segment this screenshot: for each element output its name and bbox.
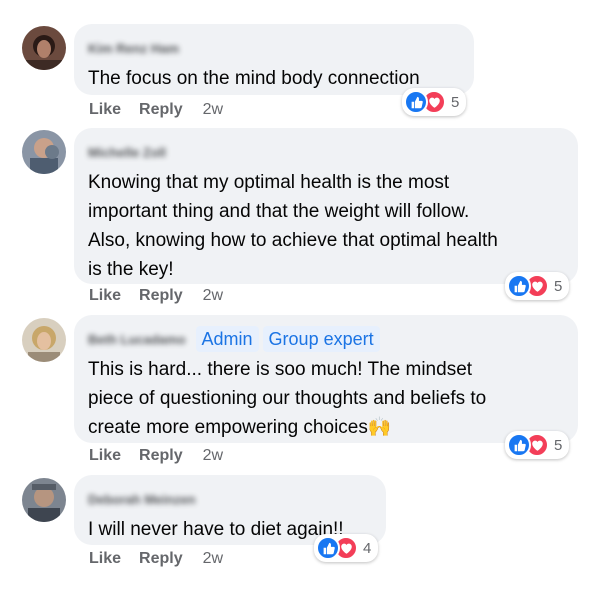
- reply-link[interactable]: Reply: [139, 550, 183, 568]
- like-link[interactable]: Like: [89, 550, 121, 568]
- reaction-summary[interactable]: 5: [505, 431, 570, 459]
- comment-actions: Like Reply 2w: [89, 287, 223, 305]
- avatar[interactable]: [22, 318, 66, 362]
- comment-bubble: Beth Lucadamo Admin Group expert This is…: [74, 315, 578, 443]
- reaction-count: 4: [363, 539, 372, 557]
- thumbs-up-icon: [507, 274, 531, 298]
- comment-bubble: Kim Renz Ham The focus on the mind body …: [74, 24, 474, 95]
- reaction-summary[interactable]: 4: [314, 534, 379, 562]
- author-name[interactable]: Michelle Zoll: [88, 145, 166, 160]
- timestamp[interactable]: 2w: [203, 550, 223, 568]
- reply-link[interactable]: Reply: [139, 447, 183, 465]
- admin-badge[interactable]: Admin: [195, 326, 259, 352]
- group-expert-badge[interactable]: Group expert: [262, 326, 380, 352]
- reaction-count: 5: [451, 93, 460, 111]
- thumbs-up-icon: [316, 536, 340, 560]
- comment-bubble: Michelle Zoll Knowing that my optimal he…: [74, 128, 578, 284]
- author-name[interactable]: Beth Lucadamo: [88, 332, 186, 347]
- author-name[interactable]: Deborah Meinzen: [88, 492, 196, 507]
- avatar[interactable]: [22, 130, 66, 174]
- like-link[interactable]: Like: [89, 287, 121, 305]
- avatar[interactable]: [22, 26, 66, 70]
- reaction-summary[interactable]: 5: [402, 88, 467, 116]
- comment-text: The focus on the mind body connection: [88, 68, 420, 89]
- reaction-count: 5: [554, 277, 563, 295]
- like-link[interactable]: Like: [89, 101, 121, 119]
- avatar[interactable]: [22, 478, 66, 522]
- comment-actions: Like Reply 2w: [89, 101, 223, 119]
- thumbs-up-icon: [404, 90, 428, 114]
- author-name[interactable]: Kim Renz Ham: [88, 41, 179, 56]
- like-link[interactable]: Like: [89, 447, 121, 465]
- reaction-count: 5: [554, 436, 563, 454]
- timestamp[interactable]: 2w: [203, 447, 223, 465]
- reaction-summary[interactable]: 5: [505, 272, 570, 300]
- thumbs-up-icon: [507, 433, 531, 457]
- timestamp[interactable]: 2w: [203, 101, 223, 119]
- timestamp[interactable]: 2w: [203, 287, 223, 305]
- reply-link[interactable]: Reply: [139, 287, 183, 305]
- comment-actions: Like Reply 2w: [89, 550, 223, 568]
- comment-text: This is hard... there is soo much! The m…: [88, 359, 487, 438]
- reply-link[interactable]: Reply: [139, 101, 183, 119]
- comment-text: Knowing that my optimal health is the mo…: [88, 172, 498, 280]
- comment-actions: Like Reply 2w: [89, 447, 223, 465]
